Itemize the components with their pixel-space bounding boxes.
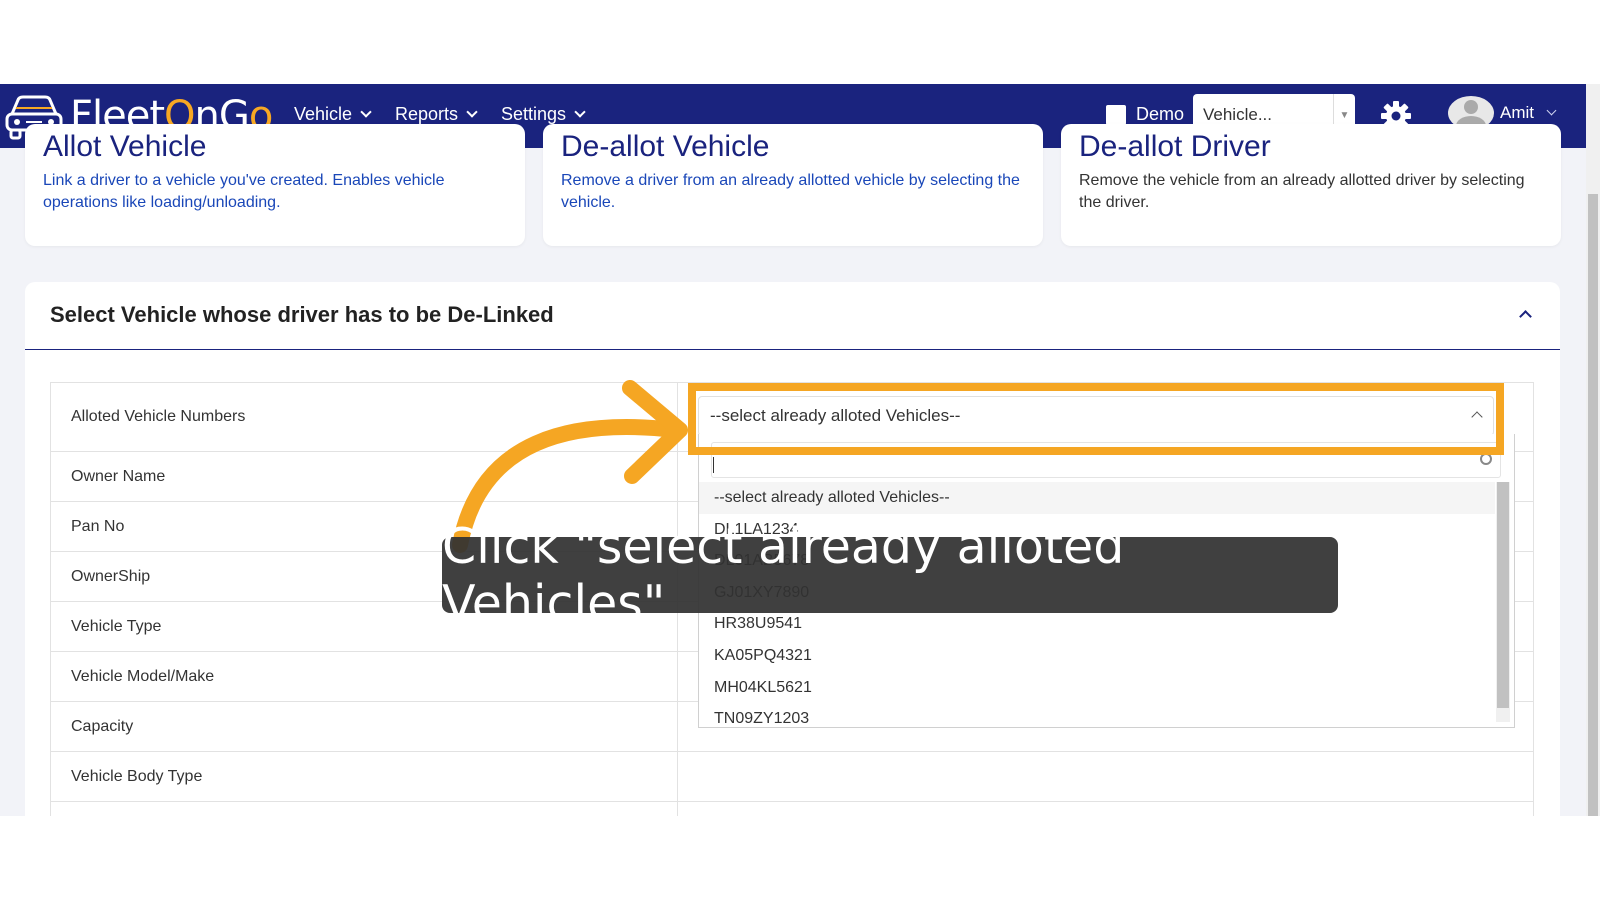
dropdown-option[interactable]: TN09ZY1203 [699, 703, 1495, 735]
screenshot-stage: FleetOnGo Vehicle Reports Settings Demo … [0, 0, 1600, 900]
demo-checkbox[interactable] [1106, 104, 1126, 125]
scrollbar-thumb[interactable] [1497, 482, 1509, 708]
demo-toggle[interactable]: Demo [1106, 104, 1184, 125]
card-description: Remove a driver from an already allotted… [561, 172, 1020, 211]
card-title: De-allot Driver [1079, 130, 1271, 163]
dropdown-option[interactable]: MH04KL5621 [699, 672, 1495, 704]
chevron-down-icon [1546, 105, 1557, 116]
card-allot-vehicle[interactable]: Allot Vehicle Link a driver to a vehicle… [25, 124, 525, 246]
card-description: Link a driver to a vehicle you've create… [43, 172, 445, 211]
chevron-down-icon [466, 106, 478, 118]
vehicle-quick-select-value: Vehicle... [1203, 105, 1272, 124]
dropdown-option[interactable]: --select already alloted Vehicles-- [699, 482, 1495, 514]
panel-header[interactable]: Select Vehicle whose driver has to be De… [25, 282, 1560, 350]
nav-settings-label: Settings [501, 104, 567, 124]
page-scrollbar[interactable] [1586, 84, 1600, 816]
card-deallot-driver[interactable]: De-allot Driver Remove the vehicle from … [1061, 124, 1561, 246]
demo-label: Demo [1136, 104, 1185, 124]
card-description: Remove the vehicle from an already allot… [1079, 172, 1525, 211]
dropdown-scrollbar[interactable] [1496, 482, 1510, 722]
table-row: Vehicle Body Type [50, 751, 1534, 802]
tutorial-highlight-box [688, 383, 1504, 455]
nav-settings-menu[interactable]: Settings [501, 104, 586, 125]
card-deallot-vehicle[interactable]: De-allot Vehicle Remove a driver from an… [543, 124, 1043, 246]
panel-title: Select Vehicle whose driver has to be De… [50, 302, 554, 327]
nav-reports-label: Reports [395, 104, 459, 124]
card-title: De-allot Vehicle [561, 130, 770, 163]
row-label: Vehicle Body Type [50, 751, 678, 802]
chevron-down-icon [360, 106, 372, 118]
row-value [677, 751, 1534, 802]
scrollbar-thumb[interactable] [1588, 194, 1598, 816]
chevron-down-icon [574, 106, 586, 118]
row-label: Capacity [50, 701, 678, 752]
tutorial-callout: Click "select already alloted Vehicles" [442, 518, 1338, 632]
row-label [50, 801, 678, 816]
dropdown-option[interactable]: KA05PQ4321 [699, 640, 1495, 672]
card-title: Allot Vehicle [43, 130, 207, 163]
nav-vehicle-menu[interactable]: Vehicle [294, 104, 372, 125]
table-row [50, 801, 1534, 816]
row-value [677, 801, 1534, 816]
nav-vehicle-label: Vehicle [294, 104, 353, 124]
row-label: Vehicle Model/Make [50, 651, 678, 702]
user-name: Amit [1500, 103, 1534, 122]
chevron-up-icon[interactable] [1519, 310, 1532, 323]
tutorial-callout-text: Click "select already alloted Vehicles" [442, 518, 1125, 632]
nav-reports-menu[interactable]: Reports [395, 104, 478, 125]
